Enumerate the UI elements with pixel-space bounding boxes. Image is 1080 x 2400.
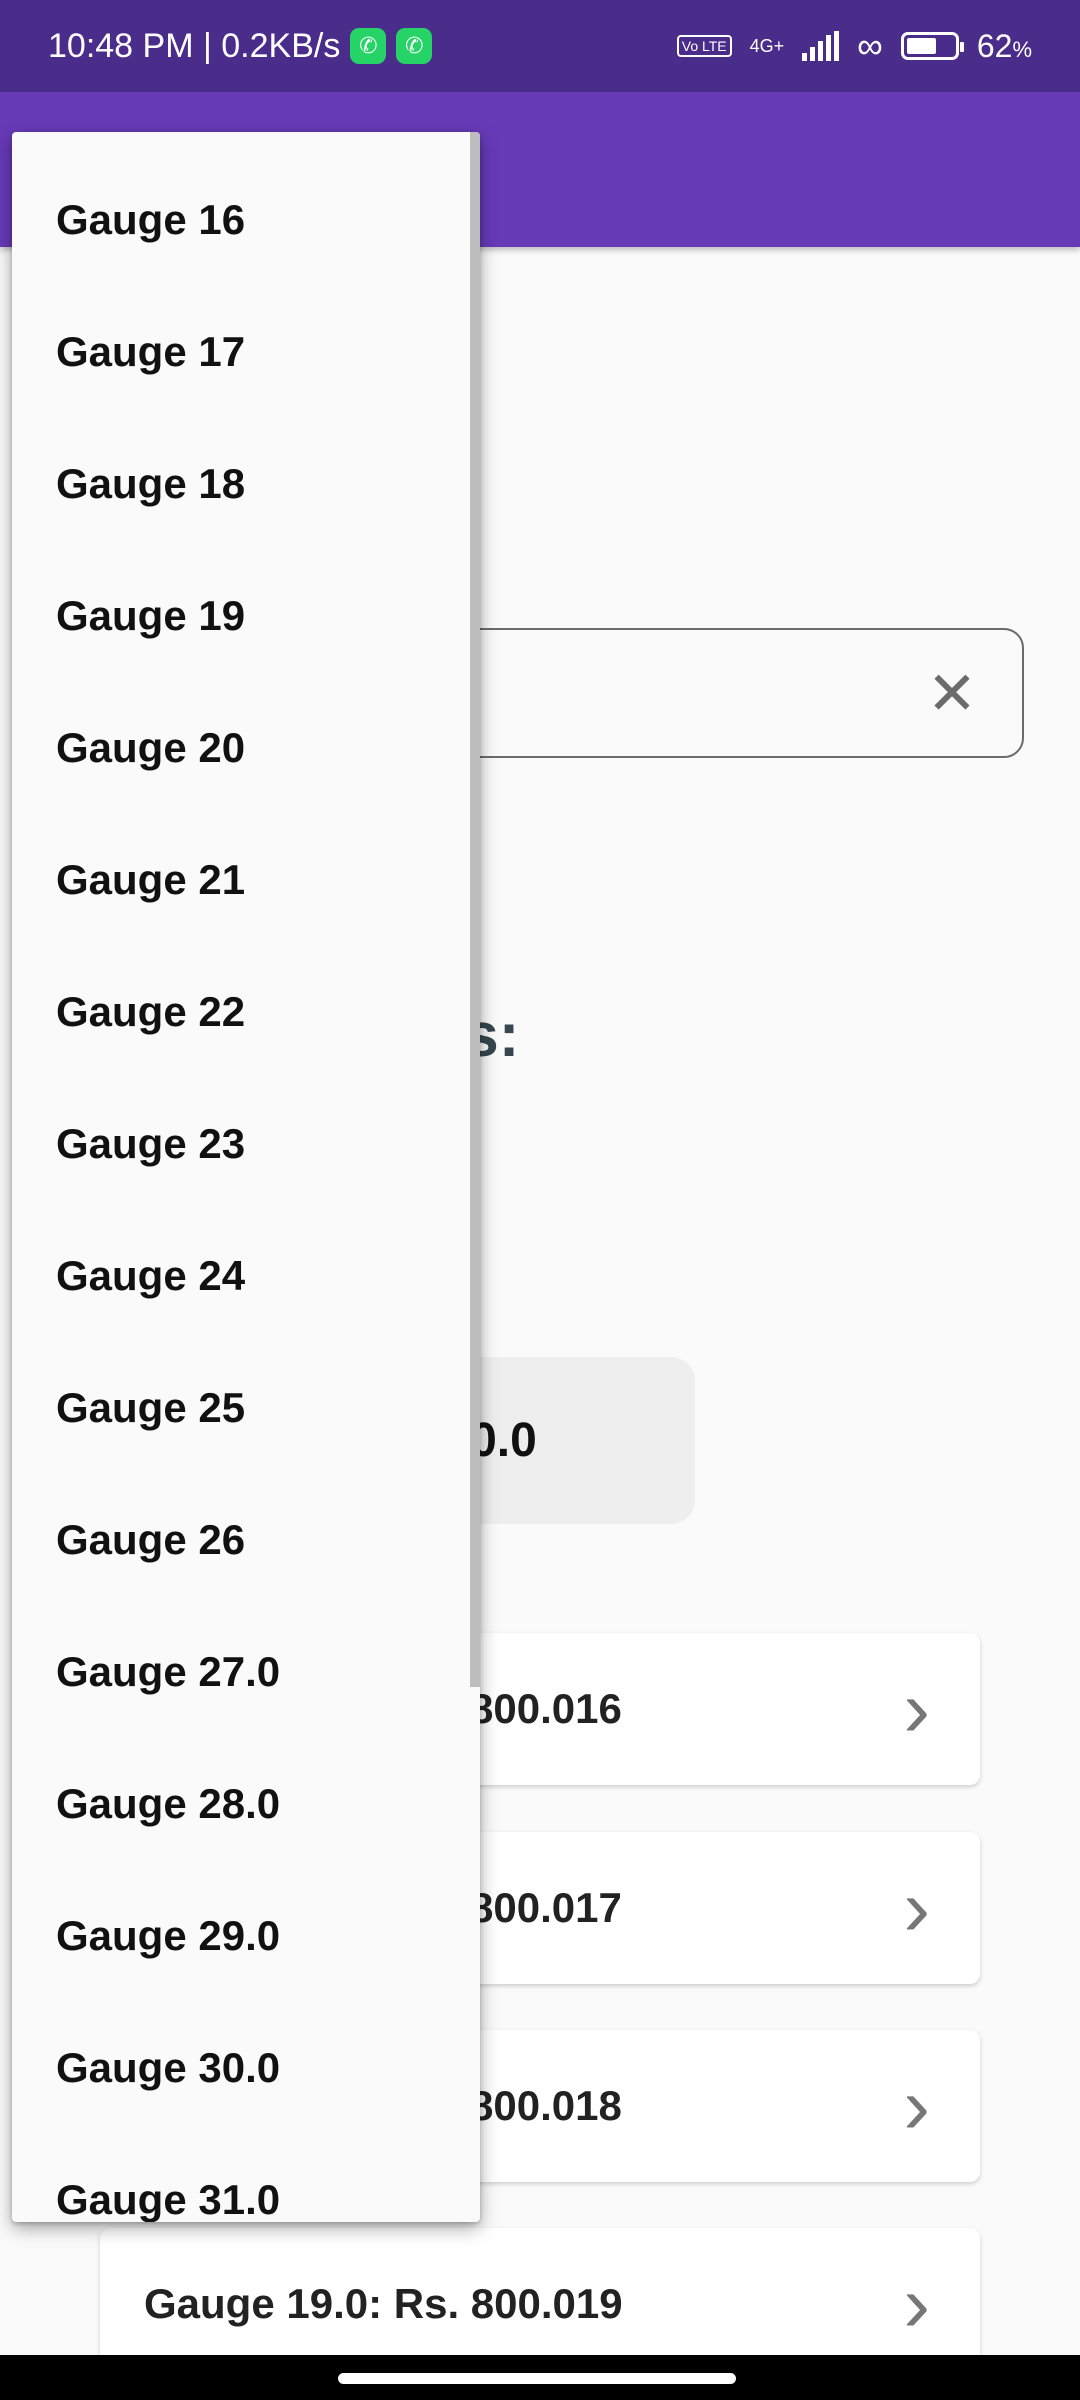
dropdown-item[interactable]: Gauge 23 xyxy=(12,1078,468,1210)
dropdown-item[interactable]: Gauge 31.0 xyxy=(12,2134,468,2222)
search-input[interactable]: ✕ xyxy=(400,628,1024,758)
dropdown-item[interactable]: Gauge 16 xyxy=(12,154,468,286)
whatsapp-icon: ✆ xyxy=(396,28,433,64)
list-item-label: 800.017 xyxy=(470,1884,622,1931)
home-indicator[interactable] xyxy=(338,2373,736,2384)
status-bar: 10:48 PM | 0.2KB/s ✆ ✆ Vo LTE 4G+ ∞ 62% xyxy=(0,0,1080,92)
dropdown-item[interactable]: Gauge 25 xyxy=(12,1342,468,1474)
dropdown-item[interactable]: Gauge 29.0 xyxy=(12,1870,468,2002)
dropdown-list: Gauge 16 Gauge 17 Gauge 18 Gauge 19 Gaug… xyxy=(12,154,468,2222)
dropdown-item[interactable]: Gauge 30.0 xyxy=(12,2002,468,2134)
list-item-label: Gauge 19.0: Rs. 800.019 xyxy=(144,2280,623,2327)
chevron-right-icon: › xyxy=(903,1664,930,1753)
status-right: Vo LTE 4G+ ∞ 62% xyxy=(676,25,1032,67)
dropdown-item[interactable]: Gauge 17 xyxy=(12,286,468,418)
dropdown-item[interactable]: Gauge 27.0 xyxy=(12,1606,468,1738)
close-icon[interactable]: ✕ xyxy=(922,664,982,724)
chevron-right-icon: › xyxy=(903,2259,930,2348)
chevron-right-icon: › xyxy=(903,2061,930,2150)
volte-icon: Vo LTE xyxy=(676,35,732,57)
dropdown-item[interactable]: Gauge 21 xyxy=(12,814,468,946)
signal-icon xyxy=(802,31,840,61)
status-left: 10:48 PM | 0.2KB/s ✆ ✆ xyxy=(48,26,433,66)
dropdown-item[interactable]: Gauge 24 xyxy=(12,1210,468,1342)
gauge-dropdown-menu[interactable]: Gauge 16 Gauge 17 Gauge 18 Gauge 19 Gaug… xyxy=(12,132,480,2222)
dropdown-item[interactable]: Gauge 20 xyxy=(12,682,468,814)
list-item-label: 800.016 xyxy=(470,1685,622,1732)
status-time-speed: 10:48 PM | 0.2KB/s xyxy=(48,26,341,65)
battery-icon xyxy=(900,32,964,60)
whatsapp-icon: ✆ xyxy=(350,28,387,64)
dropdown-item[interactable]: Gauge 26 xyxy=(12,1474,468,1606)
network-type: 4G+ xyxy=(749,35,785,56)
hotspot-icon: ∞ xyxy=(857,25,883,66)
list-item-label: 800.018 xyxy=(470,2082,622,2129)
chevron-right-icon: › xyxy=(903,1863,930,1952)
dropdown-item[interactable]: Gauge 18 xyxy=(12,418,468,550)
navigation-bar xyxy=(0,2355,1080,2400)
dropdown-item[interactable]: Gauge 28.0 xyxy=(12,1738,468,1870)
dropdown-item[interactable]: Gauge 19 xyxy=(12,550,468,682)
dropdown-scrollbar[interactable] xyxy=(470,132,480,1687)
dropdown-item[interactable]: Gauge 22 xyxy=(12,946,468,1078)
battery-percent: 62% xyxy=(976,27,1032,64)
